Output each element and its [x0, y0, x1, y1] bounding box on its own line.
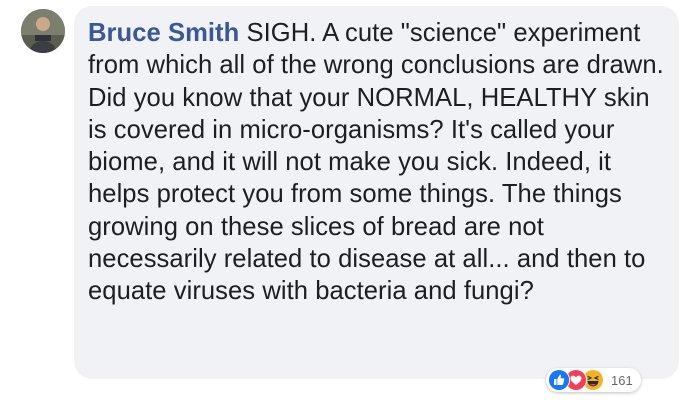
comment-text: SIGH. A cute "science" experiment from w…: [88, 19, 664, 306]
reactions-summary[interactable]: 161: [546, 368, 641, 392]
comment-bubble: Bruce Smith SIGH. A cute "science" exper…: [74, 6, 679, 379]
profile-photo: [21, 9, 65, 53]
like-icon: [548, 369, 570, 391]
reaction-count: 161: [611, 372, 633, 388]
comment-body: Bruce Smith SIGH. A cute "science" exper…: [88, 17, 665, 308]
author-name[interactable]: Bruce Smith: [88, 19, 239, 47]
avatar[interactable]: [21, 9, 65, 53]
